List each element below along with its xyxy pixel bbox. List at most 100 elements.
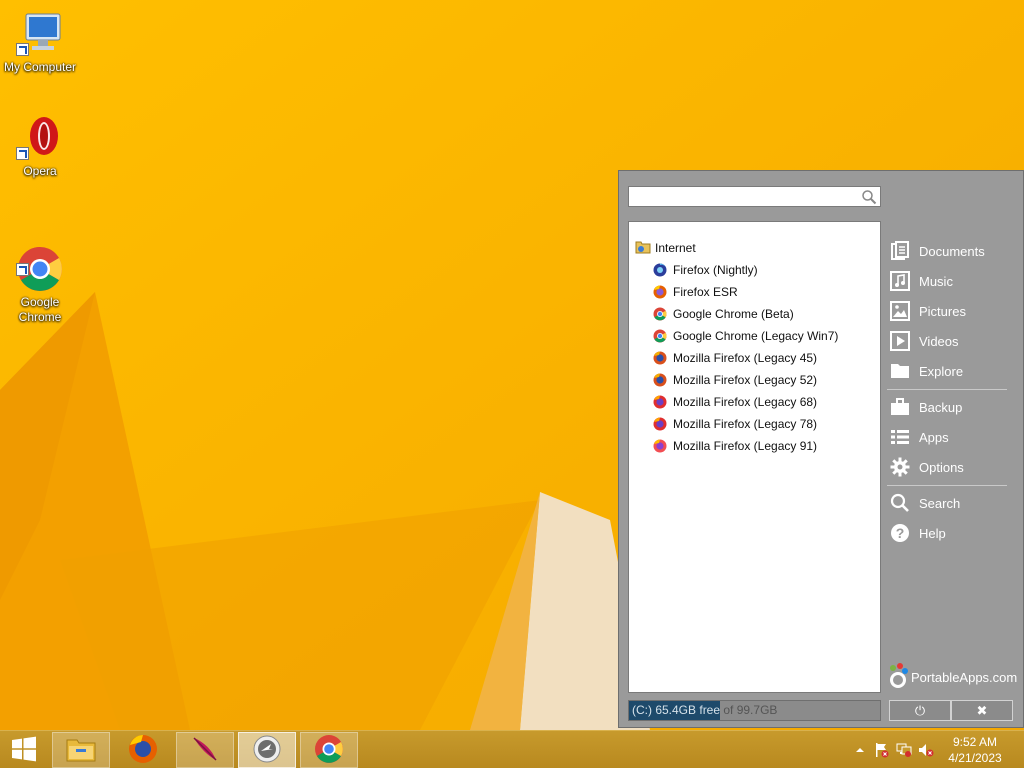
app-item[interactable]: Mozilla Firefox (Legacy 52) [653,370,817,390]
chrome-icon [653,307,667,321]
link-pictures[interactable]: Pictures [889,297,1007,325]
firefox-icon [128,734,158,767]
app-label: Mozilla Firefox (Legacy 68) [673,395,818,409]
link-label: Apps [919,429,949,445]
desktop-icon-opera[interactable]: Opera [0,114,80,179]
chrome-icon [314,734,344,767]
app-item[interactable]: Google Chrome (Legacy Win7) [653,326,838,346]
app-label: Firefox ESR [673,285,738,299]
action-center-flag-icon[interactable] [874,742,890,758]
app-item[interactable]: Mozilla Firefox (Legacy 68) [653,392,817,412]
taskbar-chrome[interactable] [300,732,358,768]
taskbar-explorer[interactable] [52,732,110,768]
app-item[interactable]: Firefox (Nightly) [653,260,758,280]
app-list: Internet Firefox (Nightly) Firefox ESR G… [628,221,881,693]
taskbar: 9:52 AM 4/21/2023 [0,730,1024,768]
search-icon[interactable] [861,189,877,208]
power-icon: ⏻ [914,702,926,718]
shortcut-arrow-icon [16,263,29,276]
app-item[interactable]: Google Chrome (Beta) [653,304,794,324]
app-label: Mozilla Firefox (Legacy 78) [673,417,818,431]
videos-icon [889,330,911,352]
taskbar-portableapps[interactable] [238,732,296,768]
app-item[interactable]: Mozilla Firefox (Legacy 45) [653,348,817,368]
link-label: Pictures [919,303,966,319]
desktop-icon-label: Opera [23,164,57,178]
folder-label: Internet [655,241,696,255]
volume-muted-icon[interactable] [918,742,934,758]
link-label: Explore [919,363,964,379]
network-icon[interactable] [896,742,912,758]
app-label: Google Chrome (Beta) [673,307,794,321]
shortcut-arrow-icon [16,43,29,56]
folder-icon [889,360,911,382]
pictures-icon [889,300,911,322]
chrome-icon [16,230,64,291]
music-icon [889,270,911,292]
close-button[interactable]: ✖ [951,700,1013,721]
firefox-icon [653,351,667,365]
link-label: Videos [919,333,959,349]
drive-free-text: (C:) 65.4GB free [629,701,721,720]
desktop-icon-my-computer[interactable]: My Computer [0,10,80,75]
app-label: Mozilla Firefox (Legacy 45) [673,351,818,365]
link-label: Music [919,273,953,289]
link-apps[interactable]: Apps [889,423,1007,451]
clock-date: 4/21/2023 [948,751,1002,765]
search-input[interactable] [629,187,857,206]
taskbar-feather-app[interactable] [176,732,234,768]
link-help[interactable]: ? Help [889,519,1007,547]
system-tray: 9:52 AM 4/21/2023 [834,731,1024,768]
folder-open-icon [635,240,651,257]
link-options[interactable]: Options [889,453,1007,481]
app-label: Firefox (Nightly) [673,263,758,277]
portableapps-logo[interactable]: PortableApps.com [887,661,1017,693]
search-box[interactable] [628,186,881,207]
taskbar-firefox[interactable] [114,732,172,768]
menu-separator [887,485,1007,486]
computer-icon [16,10,64,58]
firefox-icon [653,395,667,409]
app-item[interactable]: Mozilla Firefox (Legacy 78) [653,414,817,434]
firefox-icon [653,285,667,299]
link-label: Help [919,525,946,541]
drive-space-status: (C:) 65.4GB free of 99.7GB [628,700,881,721]
svg-text:?: ? [896,525,905,541]
link-search[interactable]: Search [889,489,1007,517]
taskbar-clock[interactable]: 9:52 AM 4/21/2023 [940,734,1010,766]
close-icon: ✖ [976,702,988,718]
firefox-icon [653,439,667,453]
desktop-icon-label: My Computer [3,60,77,74]
chrome-icon [653,329,667,343]
link-label: Documents [919,243,985,259]
link-videos[interactable]: Videos [889,327,1007,355]
list-icon [889,426,911,448]
app-label: Mozilla Firefox (Legacy 52) [673,373,818,387]
link-label: Search [919,495,961,511]
firefox-nightly-icon [653,263,667,277]
link-music[interactable]: Music [889,267,1007,295]
search-icon [889,492,911,514]
desktop-icon-label: Google Chrome [18,295,62,324]
desktop-icon-google-chrome[interactable]: Google Chrome [0,215,80,325]
app-item[interactable]: Mozilla Firefox (Legacy 91) [653,436,817,456]
drive-total-text: of 99.7GB [720,703,778,717]
show-hidden-icons-chevron-up-icon[interactable] [852,742,868,758]
app-label: Mozilla Firefox (Legacy 91) [673,439,818,453]
app-label: Google Chrome (Legacy Win7) [673,329,839,343]
documents-icon [889,240,911,262]
portableapps-menu: Internet Firefox (Nightly) Firefox ESR G… [618,170,1024,728]
link-explore[interactable]: Explore [889,357,1007,385]
power-button[interactable]: ⏻ [889,700,951,721]
menu-separator [887,389,1007,390]
link-backup[interactable]: Backup [889,393,1007,421]
help-icon: ? [889,522,911,544]
app-item[interactable]: Firefox ESR [653,282,738,302]
folder-internet[interactable]: Internet [635,239,696,257]
start-button[interactable] [0,732,48,768]
gear-icon [889,456,911,478]
link-documents[interactable]: Documents [889,237,1007,265]
shortcut-arrow-icon [16,147,29,160]
feather-icon [190,734,220,767]
link-label: Options [919,459,964,475]
